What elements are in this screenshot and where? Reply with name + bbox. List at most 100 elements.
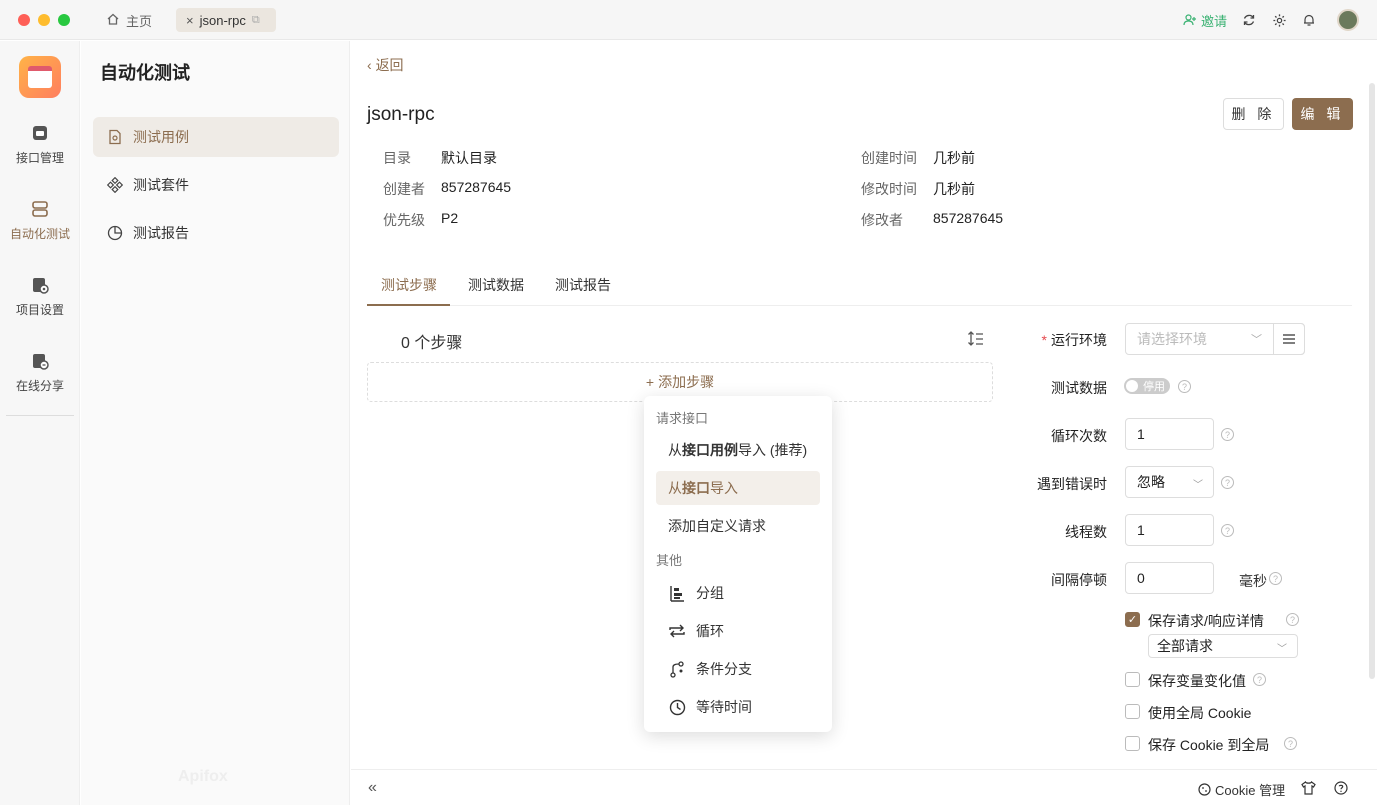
tab-test-data[interactable]: 测试数据: [468, 275, 524, 295]
settings-icon: [33, 278, 49, 294]
condition-branch-item[interactable]: 条件分支: [656, 652, 820, 686]
shirt-icon[interactable]: [1300, 780, 1316, 796]
save-vars-label: 保存变量变化值: [1148, 673, 1246, 689]
gear-icon[interactable]: [1271, 12, 1287, 28]
chevron-down-icon: ﹀: [1193, 480, 1203, 491]
on-error-value: 忽略: [1137, 474, 1165, 490]
back-label: 返回: [375, 57, 404, 73]
help-icon[interactable]: ?: [1221, 428, 1234, 441]
collapse-sidebar-icon[interactable]: «: [368, 779, 377, 797]
nav-item-api-label: 接口管理: [15, 151, 64, 165]
import-from-api-item[interactable]: 从接口导入: [656, 471, 820, 505]
add-user-icon: [1183, 14, 1196, 26]
tab-home[interactable]: 主页: [106, 9, 152, 31]
sidebar-title: 自动化测试: [100, 63, 190, 83]
toggle-knob: [1126, 380, 1138, 392]
scrollbar[interactable]: [1369, 83, 1375, 679]
item-prefix: 从: [668, 442, 682, 458]
nav-item-share[interactable]: 在线分享: [0, 351, 80, 394]
nav-divider: [6, 415, 74, 416]
app-logo: [19, 56, 61, 98]
nav-item-project-settings[interactable]: 项目设置: [0, 275, 80, 318]
tab-json-rpc[interactable]: × json-rpc ⧉: [176, 8, 276, 32]
test-data-toggle[interactable]: 停用: [1124, 378, 1170, 394]
env-select-placeholder: 请选择环境: [1137, 331, 1207, 347]
active-tab-indicator: [367, 304, 450, 306]
back-link[interactable]: ‹ 返回: [367, 55, 404, 75]
test-suite-icon: [107, 177, 123, 193]
invite-label: 邀请: [1200, 13, 1227, 29]
meta-modifier-value: 857287645: [933, 210, 1004, 226]
global-cookie-label: 使用全局 Cookie: [1148, 705, 1252, 721]
close-tab-icon[interactable]: ×: [186, 13, 194, 28]
group-icon: [668, 584, 686, 602]
nav-item-automation[interactable]: 自动化测试: [0, 199, 80, 242]
delete-button[interactable]: 删 除: [1223, 98, 1284, 130]
interval-unit: 毫秒: [1239, 573, 1267, 589]
invite-button[interactable]: 邀请: [1183, 11, 1227, 30]
tab-test-report[interactable]: 测试报告: [555, 275, 611, 295]
save-detail-scope-value: 全部请求: [1157, 638, 1213, 654]
help-icon[interactable]: ?: [1178, 380, 1191, 393]
interval-input[interactable]: 0: [1125, 562, 1214, 594]
tab-bar: 测试步骤 测试数据 测试报告: [367, 263, 1352, 306]
help-icon[interactable]: ?: [1286, 613, 1299, 626]
home-icon: [106, 12, 120, 29]
group-item[interactable]: 分组: [656, 576, 820, 610]
import-from-case-item[interactable]: 从接口用例导入 (推荐): [656, 433, 820, 467]
help-icon[interactable]: ?: [1284, 737, 1297, 750]
test-data-label: 测试数据: [1051, 380, 1107, 396]
help-icon[interactable]: ?: [1221, 524, 1234, 537]
env-label-text: 运行环境: [1051, 332, 1107, 348]
meta-created-label: 创建时间: [861, 150, 917, 166]
menu-icon: [1283, 334, 1295, 344]
loop-count-input[interactable]: 1: [1125, 418, 1214, 450]
loop-item[interactable]: 循环: [656, 614, 820, 648]
plus-icon: +: [645, 374, 655, 390]
add-custom-request-item[interactable]: 添加自定义请求: [656, 509, 820, 543]
add-step-dropdown: 请求接口 从接口用例导入 (推荐) 从接口导入 添加自定义请求 其他 分组 循环…: [644, 396, 832, 732]
loop-icon: [668, 622, 686, 640]
sidebar-item-test-cases[interactable]: 测试用例: [93, 117, 339, 157]
item-bold: 接口用例: [682, 442, 738, 458]
nav-item-api[interactable]: 接口管理: [0, 123, 80, 166]
global-cookie-checkbox[interactable]: [1125, 704, 1140, 719]
minimize-window-button[interactable]: [38, 14, 50, 26]
on-error-select[interactable]: 忽略 ﹀: [1125, 466, 1214, 498]
maximize-window-button[interactable]: [58, 14, 70, 26]
item-suffix: 导入: [710, 480, 738, 496]
save-detail-scope-select[interactable]: 全部请求 ﹀: [1148, 634, 1298, 658]
sidebar-item-test-reports[interactable]: 测试报告: [93, 213, 339, 253]
env-manage-button[interactable]: [1273, 323, 1305, 355]
add-step-label: 添加步骤: [658, 374, 715, 390]
wait-time-item[interactable]: 等待时间: [656, 690, 820, 724]
bell-icon[interactable]: [1301, 12, 1317, 28]
help-circle-icon[interactable]: [1333, 780, 1349, 796]
help-icon[interactable]: ?: [1253, 673, 1266, 686]
threads-input[interactable]: 1: [1125, 514, 1214, 546]
add-custom-request-label: 添加自定义请求: [668, 518, 766, 534]
loop-label: 循环: [696, 623, 724, 639]
sync-icon[interactable]: [1241, 12, 1257, 28]
on-error-label: 遇到错误时: [1037, 476, 1107, 492]
tab-test-steps[interactable]: 测试步骤: [381, 275, 437, 295]
open-external-icon[interactable]: ⧉: [252, 14, 260, 27]
help-icon[interactable]: ?: [1221, 476, 1234, 489]
close-window-button[interactable]: [18, 14, 30, 26]
cookie-manager-button[interactable]: Cookie 管理: [1198, 780, 1285, 799]
dropdown-group-other: 其他: [656, 553, 683, 568]
page-title: json-rpc: [367, 104, 435, 125]
help-icon[interactable]: ?: [1269, 572, 1282, 585]
avatar[interactable]: [1337, 9, 1359, 31]
tab-json-rpc-label: json-rpc: [199, 12, 246, 28]
branch-icon: [668, 660, 686, 678]
sidebar-item-test-suites[interactable]: 测试套件: [93, 165, 339, 205]
top-right-actions: 邀请: [1183, 8, 1359, 32]
edit-button[interactable]: 编 辑: [1292, 98, 1353, 130]
chevron-down-icon: ﹀: [1251, 334, 1262, 346]
sort-icon[interactable]: [967, 330, 985, 348]
loop-label: 循环次数: [1051, 428, 1107, 444]
save-vars-checkbox[interactable]: [1125, 672, 1140, 687]
save-detail-checkbox[interactable]: ✓: [1125, 612, 1140, 627]
save-cookie-checkbox[interactable]: [1125, 736, 1140, 751]
